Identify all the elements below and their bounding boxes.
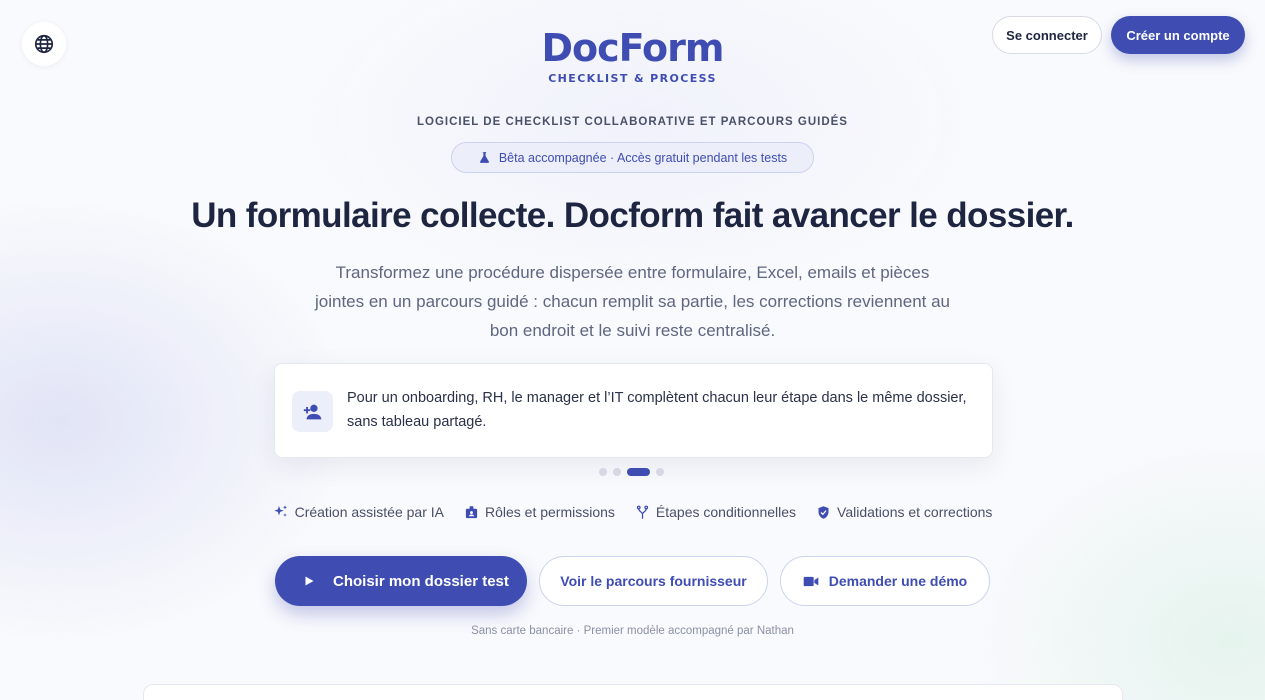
carousel-dot[interactable] (599, 468, 607, 476)
content-panel (143, 684, 1123, 700)
hero-description: Transformez une procédure dispersée entr… (314, 263, 951, 340)
login-button[interactable]: Se connecter (992, 16, 1102, 54)
choose-test-file-label: Choisir mon dossier test (333, 572, 509, 590)
badge-icon (464, 505, 479, 520)
feature-list: Création assistée par IA Rôles et permis… (0, 504, 1265, 520)
play-icon (303, 575, 315, 587)
use-case-carousel-card: Pour un onboarding, RH, le manager et l’… (274, 363, 993, 458)
feature-label: Validations et corrections (837, 504, 993, 520)
person-add-icon (292, 391, 333, 432)
feature-label: Création assistée par IA (294, 504, 444, 520)
choose-test-file-button[interactable]: Choisir mon dossier test (275, 556, 527, 606)
feature-label: Rôles et permissions (484, 504, 615, 520)
carousel-dot[interactable] (656, 468, 664, 476)
logo-tagline: CHECKLIST & PROCESS (548, 72, 717, 85)
reassurance-note: Sans carte bancaire · Premier modèle acc… (471, 625, 794, 637)
signup-button[interactable]: Créer un compte (1111, 16, 1245, 54)
feature-item: Validations et corrections (816, 504, 992, 520)
sparkle-icon (273, 504, 289, 520)
beta-badge: Bêta accompagnée · Accès gratuit pendant… (451, 142, 814, 173)
hero-eyebrow: LOGICIEL DE CHECKLIST COLLABORATIVE ET P… (417, 116, 848, 128)
supplier-journey-button[interactable]: Voir le parcours fournisseur (539, 556, 768, 606)
shield-check-icon (816, 505, 831, 520)
video-icon (803, 575, 819, 588)
flask-icon (478, 151, 491, 164)
feature-item: Étapes conditionnelles (635, 504, 796, 520)
request-demo-button[interactable]: Demander une démo (780, 556, 990, 606)
feature-item: Création assistée par IA (273, 504, 444, 520)
page-title: Un formulaire collecte. Docform fait ava… (191, 196, 1074, 235)
fork-icon (635, 505, 650, 520)
carousel-slide-text: Pour un onboarding, RH, le manager et l’… (347, 390, 967, 430)
request-demo-label: Demander une démo (828, 573, 968, 589)
beta-badge-text: Bêta accompagnée · Accès gratuit pendant… (498, 150, 788, 165)
feature-label: Étapes conditionnelles (655, 504, 797, 520)
carousel-pagination (599, 468, 664, 476)
carousel-dot-active[interactable] (627, 468, 650, 476)
carousel-dot[interactable] (613, 468, 621, 476)
feature-item: Rôles et permissions (464, 504, 615, 520)
